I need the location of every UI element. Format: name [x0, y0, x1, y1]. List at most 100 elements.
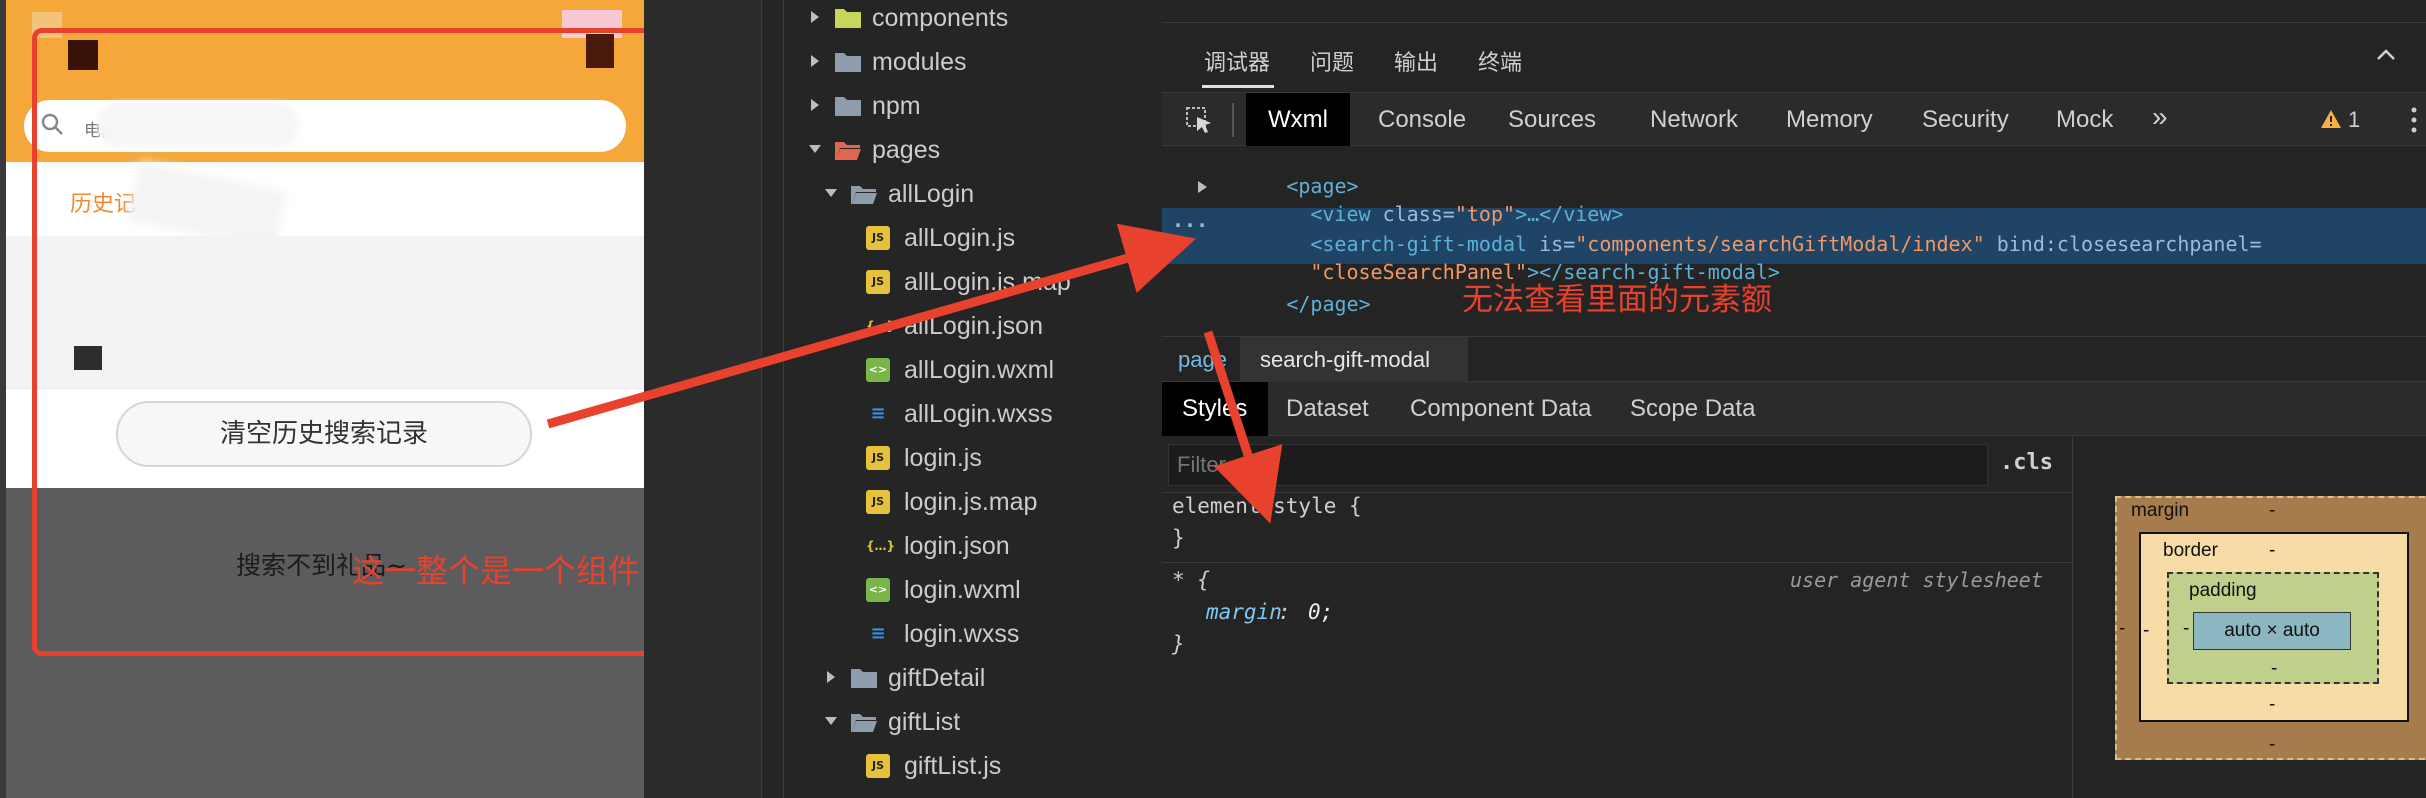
element-style-selector[interactable]: element.style { [1172, 494, 1362, 518]
wxss-file-icon: ≡ [870, 623, 886, 644]
screen: 电品... 历史记 清空历史搜索记录 搜索不到礼品~ componentsmod… [0, 0, 2426, 798]
tree-item-label: npm [872, 92, 921, 120]
tree-item[interactable]: ≡ login.wxss [784, 612, 1162, 656]
tab-output[interactable]: 输出 [1394, 45, 1438, 77]
warning-icon[interactable] [2320, 109, 2342, 129]
js-file-icon: JS [866, 754, 890, 778]
tree-item[interactable]: JS login.js.map [784, 480, 1162, 524]
chevron-down-icon[interactable] [824, 714, 838, 728]
folder-icon [835, 97, 861, 116]
warning-count: 1 [2348, 107, 2361, 132]
tree-item-label: giftList [888, 708, 961, 736]
styles-filter-input[interactable] [1168, 444, 1988, 486]
debugger-tabs: 调试器 问题 输出 终端 [1162, 22, 2426, 92]
inspect-element-icon[interactable] [1184, 105, 1214, 135]
folder-icon [835, 9, 861, 28]
tree-item[interactable]: allLogin [784, 172, 1162, 216]
tree-item-label: giftList.js [904, 752, 1002, 780]
tab-console[interactable]: Console [1378, 106, 1466, 134]
css-property-margin[interactable]: margin [1206, 600, 1282, 624]
cls-button[interactable]: .cls [2000, 450, 2053, 475]
tree-item-label: giftDetail [888, 664, 986, 692]
tree-item[interactable]: JS login.js [784, 436, 1162, 480]
style-panel-tabs: Styles Dataset Component Data Scope Data [1162, 382, 2426, 436]
tab-scope-data[interactable]: Scope Data [1630, 395, 1755, 423]
json-file-icon: {…} [866, 319, 896, 333]
tree-item[interactable]: modules [784, 40, 1162, 84]
css-property-value[interactable]: 0; [1308, 600, 1333, 624]
dom-node-page-close[interactable]: </page> [1190, 268, 1371, 340]
tree-item-label: login.json [904, 532, 1010, 560]
chevron-right-icon[interactable] [824, 670, 838, 684]
tree-item[interactable]: npm [784, 84, 1162, 128]
devtools-panel: 调试器 问题 输出 终端 Wxml Console Sources Networ… [1162, 0, 2426, 798]
chevron-right-icon[interactable] [808, 54, 822, 68]
js-map-file-icon: JS [866, 490, 890, 514]
tree-item[interactable]: JS allLogin.js [784, 216, 1162, 260]
padding-left-value: - [2183, 618, 2190, 639]
annotation-whole-component: 这一整个是一个组件 [352, 552, 641, 590]
css-property-colon: : [1278, 600, 1291, 624]
more-tabs-button[interactable]: » [2152, 101, 2168, 133]
tab-dataset[interactable]: Dataset [1286, 395, 1369, 423]
annotation-cannot-inspect: 无法查看里面的元素额 [1462, 282, 1772, 318]
tree-item[interactable]: {…} login.json [784, 524, 1162, 568]
tree-item[interactable]: <> allLogin.wxml [784, 348, 1162, 392]
tree-item-label: allLogin [888, 180, 975, 208]
tab-styles[interactable]: Styles [1182, 395, 1247, 423]
universal-selector[interactable]: * { [1172, 568, 1210, 592]
box-model-padding: padding - - auto × auto [2167, 572, 2379, 684]
breadcrumb-page[interactable]: page [1178, 347, 1227, 373]
tree-item-label: allLogin.wxml [904, 356, 1055, 384]
border-bottom-value: - [2269, 694, 2276, 715]
folder-icon [835, 53, 861, 72]
tab-network[interactable]: Network [1650, 106, 1738, 134]
chevron-right-icon[interactable] [808, 10, 822, 24]
tab-issues[interactable]: 问题 [1310, 45, 1354, 77]
tree-item[interactable]: ≡ allLogin.wxss [784, 392, 1162, 436]
tab-security[interactable]: Security [1922, 106, 2009, 134]
json-file-icon: {…} [866, 539, 896, 553]
wxml-file-icon: <> [866, 358, 890, 382]
chevron-down-icon[interactable] [808, 142, 822, 156]
tree-item-label: allLogin.json [904, 312, 1043, 340]
simulator-divider [644, 0, 762, 798]
box-model-border: border - - - padding - - auto × auto [2139, 532, 2409, 722]
divider [1162, 562, 2072, 563]
tab-sources[interactable]: Sources [1508, 106, 1596, 134]
tab-debugger[interactable]: 调试器 [1204, 45, 1270, 77]
margin-bottom-value: - [2269, 734, 2276, 755]
node-actions-ellipsis[interactable]: ... [1172, 208, 1208, 232]
toolbar-divider [1232, 103, 1234, 137]
tab-mock[interactable]: Mock [2056, 106, 2113, 134]
tab-memory[interactable]: Memory [1786, 106, 1873, 134]
tree-item[interactable]: giftDetail [784, 656, 1162, 700]
kebab-menu-icon[interactable] [2410, 105, 2418, 135]
tab-wxml[interactable]: Wxml [1268, 106, 1328, 134]
js-file-icon: JS [866, 446, 890, 470]
chevron-up-icon[interactable] [2374, 45, 2398, 65]
folder-icon [851, 669, 877, 688]
tab-terminal[interactable]: 终端 [1478, 45, 1522, 77]
js-file-icon: JS [866, 226, 890, 250]
breadcrumb-search-gift-modal[interactable]: search-gift-modal [1260, 347, 1430, 373]
tree-item-label: login.js.map [904, 488, 1038, 516]
margin-top-value: - [2269, 500, 2276, 521]
margin-label: margin [2131, 500, 2190, 521]
expand-arrow-icon[interactable] [1196, 180, 1208, 194]
tab-component-data[interactable]: Component Data [1410, 395, 1591, 423]
tree-item[interactable]: pages [784, 128, 1162, 172]
styles-pane: .cls element.style { } * { user agent st… [1162, 436, 2072, 798]
tree-item[interactable]: JS allLogin.js.map [784, 260, 1162, 304]
tree-item[interactable]: components [784, 0, 1162, 40]
tree-item[interactable]: <> login.wxml [784, 568, 1162, 612]
active-tab-indicator [1202, 85, 1274, 88]
chevron-right-icon[interactable] [808, 98, 822, 112]
tree-item-label: allLogin.js.map [904, 268, 1071, 296]
chevron-down-icon[interactable] [824, 186, 838, 200]
tree-item[interactable]: {…} allLogin.json [784, 304, 1162, 348]
page-close-tag: </page> [1286, 292, 1371, 316]
tree-item[interactable]: giftList [784, 700, 1162, 744]
tree-item[interactable]: JS giftList.js [784, 744, 1162, 788]
tree-item-label: login.wxss [904, 620, 1020, 648]
